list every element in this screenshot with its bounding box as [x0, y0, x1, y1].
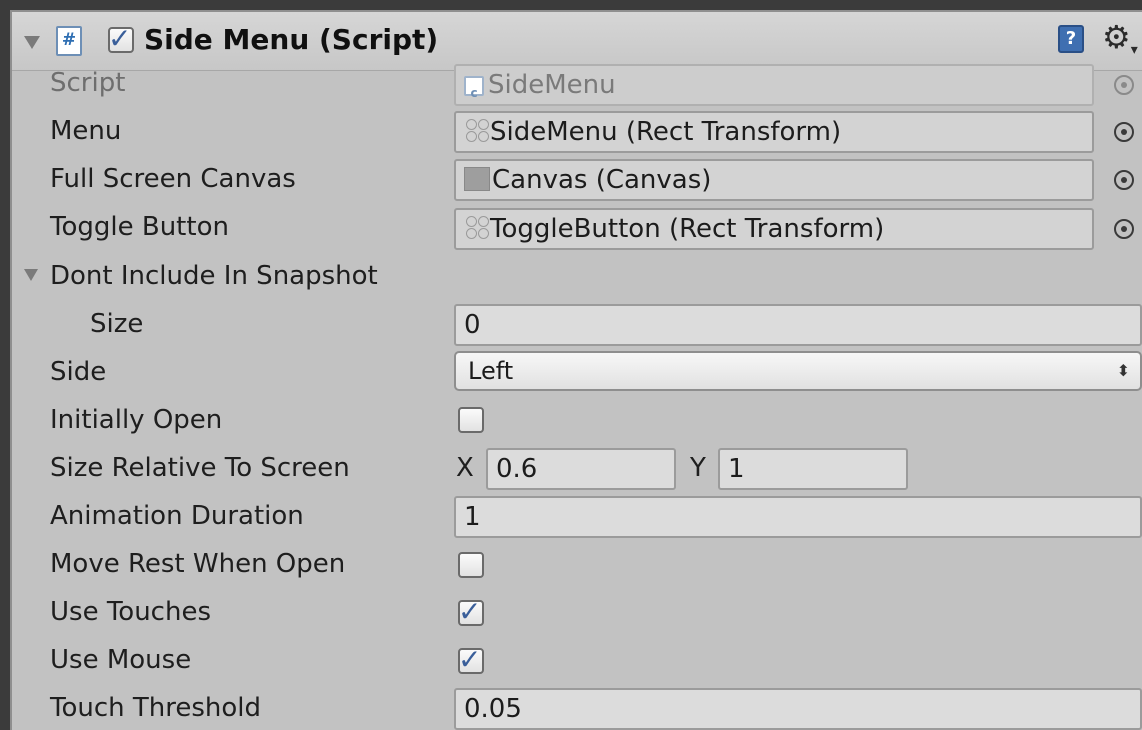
size-relative-label: Size Relative To Screen [50, 453, 350, 483]
side-dropdown[interactable]: Left ⬍ [454, 351, 1142, 391]
y-label: Y [690, 453, 706, 483]
size-relative-x-input[interactable]: 0.6 [486, 448, 676, 490]
use-mouse-checkbox[interactable]: ✓ [458, 644, 484, 676]
component-enabled-checkbox[interactable]: ✓ [108, 23, 134, 55]
object-picker-icon [1114, 75, 1134, 95]
script-label: Script [50, 68, 126, 98]
cs-script-icon: c [464, 76, 484, 100]
rect-transform-icon [464, 118, 490, 144]
move-rest-label: Move Rest When Open [50, 549, 346, 579]
use-mouse-label: Use Mouse [50, 645, 192, 675]
dont-include-foldout-icon[interactable] [24, 269, 38, 281]
animation-duration-label: Animation Duration [50, 501, 304, 531]
menu-object-field[interactable]: SideMenu (Rect Transform) [454, 111, 1094, 153]
use-touches-label: Use Touches [50, 597, 212, 627]
size-label: Size [90, 309, 144, 339]
full-screen-canvas-field[interactable]: Canvas (Canvas) [454, 159, 1094, 201]
toggle-button-label: Toggle Button [50, 212, 229, 242]
canvas-icon [464, 167, 490, 191]
inspector-panel: # ✓ Side Menu (Script) ? ⚙▾ Script c Side… [10, 10, 1142, 730]
animation-duration-input[interactable]: 1 [454, 496, 1142, 538]
initially-open-checkbox[interactable] [458, 407, 484, 433]
script-icon: # [56, 26, 82, 56]
rect-transform-icon [464, 215, 490, 241]
x-label: X [456, 453, 474, 483]
size-input[interactable]: 0 [454, 304, 1142, 346]
side-label: Side [50, 357, 107, 387]
dont-include-label[interactable]: Dont Include In Snapshot [50, 261, 378, 291]
object-picker-icon[interactable] [1114, 219, 1134, 239]
toggle-button-field[interactable]: ToggleButton (Rect Transform) [454, 208, 1094, 250]
initially-open-label: Initially Open [50, 405, 223, 435]
size-relative-y-input[interactable]: 1 [718, 448, 908, 490]
use-touches-checkbox[interactable]: ✓ [458, 596, 484, 628]
move-rest-checkbox[interactable] [458, 552, 484, 578]
component-title: Side Menu (Script) [144, 23, 439, 56]
touch-threshold-input[interactable]: 0.05 [454, 688, 1142, 730]
touch-threshold-label: Touch Threshold [50, 693, 262, 723]
foldout-arrow-icon[interactable] [24, 36, 40, 49]
menu-label: Menu [50, 116, 122, 146]
dropdown-arrows-icon: ⬍ [1116, 361, 1130, 380]
script-field: c SideMenu [454, 64, 1094, 106]
gear-icon[interactable]: ⚙▾ [1102, 18, 1138, 63]
full-screen-canvas-label: Full Screen Canvas [50, 164, 296, 194]
object-picker-icon[interactable] [1114, 122, 1134, 142]
help-book-icon[interactable]: ? [1058, 25, 1084, 53]
object-picker-icon[interactable] [1114, 170, 1134, 190]
component-header[interactable]: # ✓ Side Menu (Script) ? ⚙▾ [12, 12, 1142, 71]
